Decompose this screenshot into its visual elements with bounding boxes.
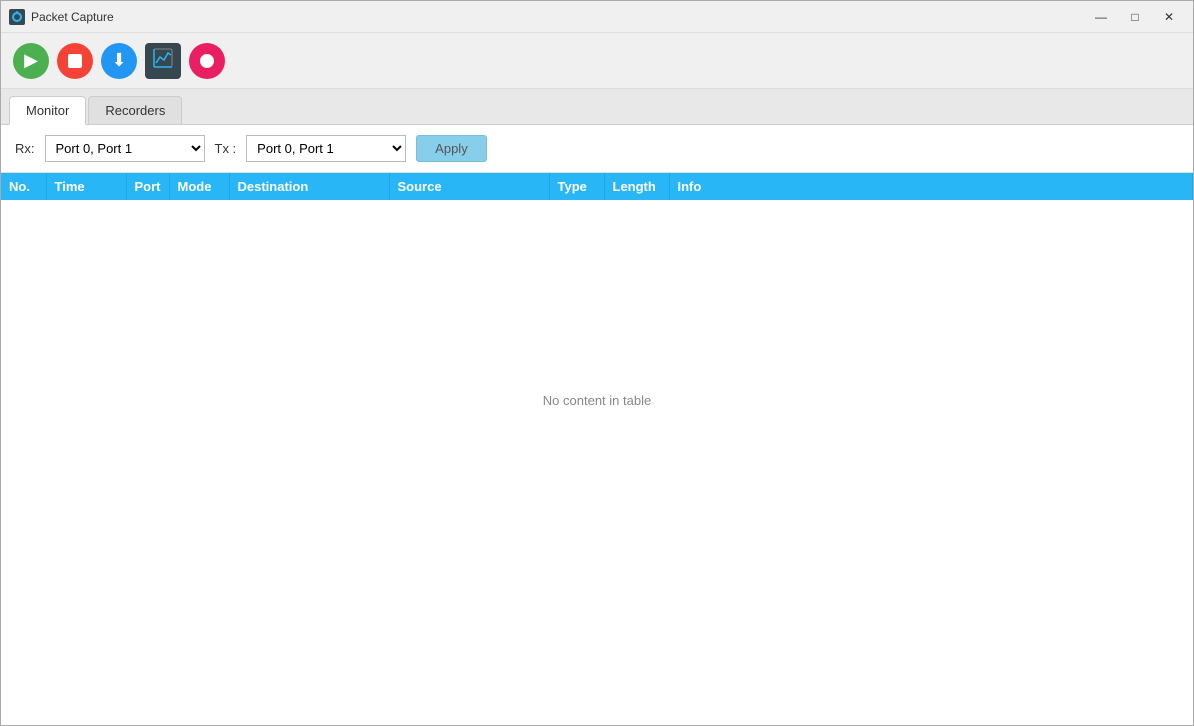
stop-button[interactable]	[57, 43, 93, 79]
tab-monitor-label: Monitor	[26, 103, 69, 118]
window-controls: — □ ✕	[1085, 3, 1185, 31]
col-header-type: Type	[549, 173, 604, 200]
col-header-time: Time	[46, 173, 126, 200]
col-header-port: Port	[126, 173, 169, 200]
tab-recorders-label: Recorders	[105, 103, 165, 118]
col-header-info: Info	[669, 173, 1193, 200]
empty-message: No content in table	[1, 200, 1193, 600]
tab-recorders[interactable]: Recorders	[88, 96, 182, 124]
close-button[interactable]: ✕	[1153, 3, 1185, 31]
main-window: Packet Capture — □ ✕ ▶ ⬇	[0, 0, 1194, 726]
record-button[interactable]	[189, 43, 225, 79]
apply-button[interactable]: Apply	[416, 135, 487, 162]
header-row: No. Time Port Mode Destination Source Ty…	[1, 173, 1193, 200]
col-header-source: Source	[389, 173, 549, 200]
graph-icon	[153, 48, 173, 73]
tab-monitor[interactable]: Monitor	[9, 96, 86, 125]
play-button[interactable]: ▶	[13, 43, 49, 79]
table-header: No. Time Port Mode Destination Source Ty…	[1, 173, 1193, 200]
graph-button[interactable]	[145, 43, 181, 79]
table-container: No. Time Port Mode Destination Source Ty…	[1, 173, 1193, 725]
col-header-mode: Mode	[169, 173, 229, 200]
col-header-length: Length	[604, 173, 669, 200]
packet-table: No. Time Port Mode Destination Source Ty…	[1, 173, 1193, 200]
title-bar: Packet Capture — □ ✕	[1, 1, 1193, 33]
play-icon: ▶	[24, 50, 38, 71]
window-title: Packet Capture	[31, 10, 114, 24]
app-icon	[9, 9, 25, 25]
col-header-destination: Destination	[229, 173, 389, 200]
download-button[interactable]: ⬇	[101, 43, 137, 79]
tx-label: Tx :	[215, 141, 237, 156]
tx-select[interactable]: Port 0, Port 1 Port 0 Port 1	[246, 135, 406, 162]
download-icon: ⬇	[111, 50, 126, 71]
col-header-no: No.	[1, 173, 46, 200]
content-area: Rx: Port 0, Port 1 Port 0 Port 1 Tx : Po…	[1, 125, 1193, 725]
stop-icon	[68, 54, 82, 68]
title-bar-left: Packet Capture	[9, 9, 114, 25]
tabs-bar: Monitor Recorders	[1, 89, 1193, 125]
rx-label: Rx:	[15, 141, 35, 156]
record-icon	[200, 54, 214, 68]
rx-select[interactable]: Port 0, Port 1 Port 0 Port 1	[45, 135, 205, 162]
toolbar: ▶ ⬇	[1, 33, 1193, 89]
minimize-button[interactable]: —	[1085, 3, 1117, 31]
maximize-button[interactable]: □	[1119, 3, 1151, 31]
filter-bar: Rx: Port 0, Port 1 Port 0 Port 1 Tx : Po…	[1, 125, 1193, 173]
